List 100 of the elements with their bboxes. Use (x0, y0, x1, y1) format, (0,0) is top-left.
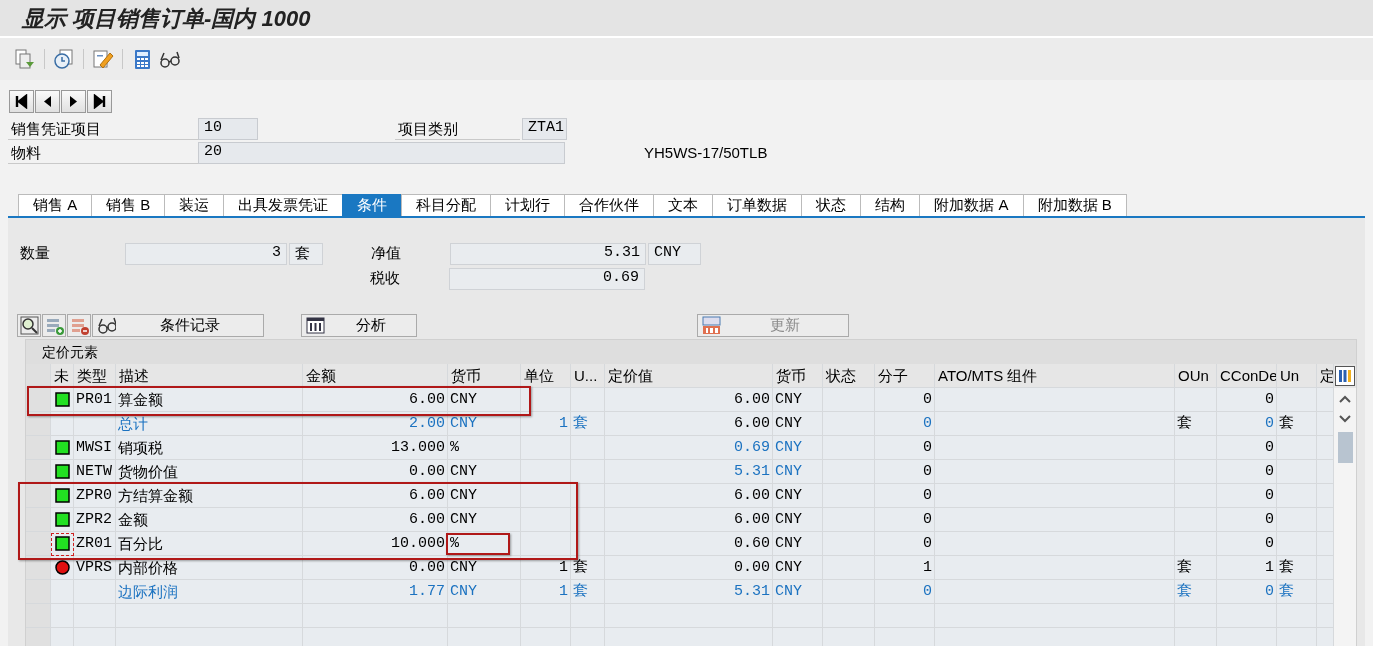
table-cell-text: 套 (573, 414, 589, 434)
tab[interactable]: 附加数据 A (919, 194, 1024, 216)
table-cell-text: 6.00 (408, 486, 445, 506)
next-page-button[interactable] (61, 90, 86, 113)
table-cell-text: 5.31 (733, 462, 770, 482)
tax-field[interactable]: 0.69 (449, 267, 645, 290)
table-row[interactable]: PR01 算金额 6.00 CNY 6.00 CNY 0 0 (26, 388, 1334, 412)
table-cell-text: CNY (450, 558, 478, 578)
table-cell-text: ZR01 (76, 534, 113, 554)
previous-page-button[interactable] (35, 90, 60, 113)
table-cell-text: 5.31 (733, 582, 770, 602)
remove-row-button[interactable] (67, 314, 91, 337)
tab[interactable]: 销售 B (91, 194, 166, 216)
tab[interactable]: 文本 (653, 194, 714, 216)
item-field[interactable]: 10 (198, 117, 258, 140)
price-update-icon (702, 316, 721, 335)
last-page-button[interactable] (87, 90, 112, 113)
table-cell-text: VPRS (76, 558, 113, 578)
tab[interactable]: 结构 (860, 194, 921, 216)
quantity-field[interactable]: 3 (125, 242, 287, 265)
table-caption: 定价元素 (26, 340, 1356, 364)
glasses-icon (97, 316, 116, 335)
table-row[interactable]: NETW 货物价值 0.00 CNY 5.31 CNY 0 0 (26, 460, 1334, 484)
last-page-icon (92, 94, 107, 109)
table-row[interactable]: ZR01 百分比 10.000 % 0.60 CNY 0 0 (26, 532, 1334, 556)
table-cell-text: 边际利润 (118, 582, 179, 602)
table-cell-text: 0 (1264, 414, 1274, 434)
analysis-button[interactable]: 分析 (301, 314, 417, 337)
table-cell-text: 6.00 (733, 414, 770, 434)
window-title: 显示 项目销售订单-国内 1000 (20, 5, 312, 33)
table-cell-text: 1 (558, 582, 568, 602)
tab[interactable]: 销售 A (18, 194, 93, 216)
table-cell-text: 0 (922, 414, 932, 434)
table-cell-text: NETW (76, 462, 113, 482)
table-cell-text: CNY (450, 510, 478, 530)
scroll-thumb[interactable] (1337, 432, 1353, 463)
table-cell-text: 0 (1264, 438, 1274, 458)
currency-field[interactable]: CNY (648, 242, 701, 265)
first-page-button[interactable] (9, 90, 34, 113)
material-field[interactable]: 20 (198, 141, 565, 164)
table-settings-icon[interactable] (1335, 366, 1355, 386)
table-row[interactable]: ZPR0 方结算金额 6.00 CNY 6.00 CNY 0 0 (26, 484, 1334, 508)
tab[interactable]: 合作伙伴 (564, 194, 655, 216)
table-row[interactable]: MWSI 销项税 13.000 % 0.69 CNY 0 0 (26, 436, 1334, 460)
condition-records-button[interactable]: 条件记录 (92, 314, 264, 337)
table-cell-text: PR01 (76, 390, 113, 410)
tab[interactable]: 状态 (801, 194, 862, 216)
table-cell-text: 0 (922, 510, 932, 530)
table-cell-text: 套 (1279, 558, 1295, 578)
table-cell-text: 内部价格 (118, 558, 179, 578)
table-cell-text: 6.00 (408, 510, 445, 530)
tab[interactable]: 附加数据 B (1022, 194, 1127, 216)
select-all-button[interactable] (26, 364, 51, 388)
row-selector[interactable] (26, 556, 51, 580)
add-row-icon (44, 316, 64, 335)
table-cell-text: CNY (775, 486, 803, 506)
tab[interactable]: 科目分配 (401, 194, 492, 216)
table-cell-text: 金额 (118, 510, 149, 530)
table-row[interactable]: VPRS 内部价格 0.00 CNY 1 套 0.00 CNY 1 套 1 套 (26, 556, 1334, 580)
table-cell-text: CNY (450, 390, 478, 410)
material-description: YH5WS-17/50TLB (644, 144, 768, 161)
field-label: 项目类别 (395, 117, 520, 140)
details-button[interactable] (17, 314, 41, 337)
table-cell-text: 6.00 (733, 510, 770, 530)
unit-field[interactable]: 套 (289, 242, 323, 265)
tab[interactable]: 出具发票凭证 (223, 194, 344, 216)
edit-document-icon[interactable] (92, 48, 114, 70)
table-cell-text: 0 (1264, 582, 1274, 602)
table-cell-text: 0 (1264, 534, 1274, 554)
table-cell-text: 方结算金额 (118, 486, 194, 506)
table-cell-text: ZPR2 (76, 510, 113, 530)
row-selector[interactable] (26, 388, 51, 412)
category-field[interactable]: ZTA1 (522, 117, 567, 140)
tab[interactable]: 订单数据 (712, 194, 803, 216)
row-selector[interactable] (26, 412, 51, 436)
table-cell-text: 1.77 (408, 582, 445, 602)
net-value-field[interactable]: 5.31 (450, 242, 646, 265)
clock-document-icon[interactable] (53, 48, 75, 70)
table-cell-text: 销项税 (118, 438, 164, 458)
table-cell-text: % (450, 438, 460, 458)
tab[interactable]: 计划行 (490, 194, 566, 216)
table-cell-text: CNY (450, 414, 478, 434)
table-cell-text: 6.00 (733, 390, 770, 410)
table-cell-text: 货物价值 (118, 462, 179, 482)
table-cell-text: 0 (922, 462, 932, 482)
table-cell-text: 1 (1264, 558, 1274, 578)
table-cell-text: CNY (775, 582, 803, 602)
table-cell-text: 10.000 (390, 534, 445, 554)
tab[interactable]: 装运 (164, 194, 225, 216)
scrollbar[interactable] (1334, 388, 1356, 646)
copy-document-icon[interactable] (14, 48, 36, 70)
field-label: 数量 (20, 244, 51, 263)
table-cell-text: 百分比 (118, 534, 164, 554)
table-cell-text: 0.00 (408, 558, 445, 578)
row-selector[interactable] (26, 460, 51, 484)
table-row[interactable]: 边际利润 1.77 CNY 1 套 5.31 CNY 0 套 0 套 (26, 580, 1334, 604)
zoom-details-icon (19, 316, 39, 335)
tab[interactable]: 条件 (342, 194, 403, 216)
table-row[interactable]: 总计 2.00 CNY 1 套 6.00 CNY 0 套 0 套 (26, 412, 1334, 436)
table-row[interactable]: ZPR2 金额 6.00 CNY 6.00 CNY 0 0 (26, 508, 1334, 532)
